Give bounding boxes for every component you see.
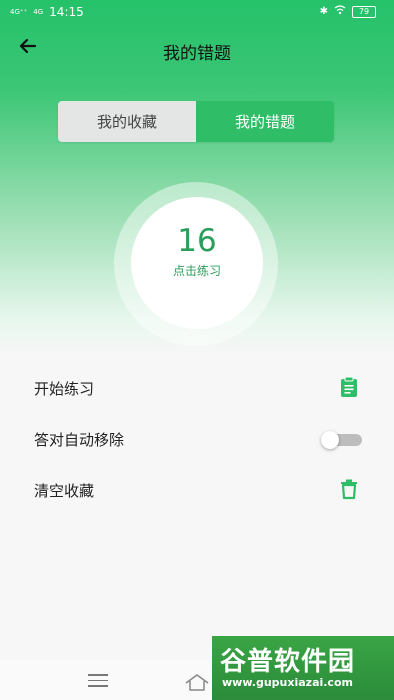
tab-favorites[interactable]: 我的收藏	[58, 101, 196, 142]
clear-label: 清空收藏	[34, 482, 95, 500]
auto-remove-toggle[interactable]	[321, 431, 362, 449]
trash-icon[interactable]	[338, 478, 360, 500]
watermark-logo: 谷普软件园 www.gupuxiazai.com	[212, 636, 394, 700]
clipboard-icon[interactable]	[338, 376, 360, 398]
menu-icon[interactable]	[88, 674, 108, 688]
auto-remove-label: 答对自动移除	[34, 431, 125, 449]
practice-circle-button[interactable]: 16 点击练习	[131, 197, 263, 329]
status-bar: 4G⁺⁺ 4G 14:15 ✱ 79	[0, 0, 394, 24]
battery-indicator: 79	[352, 5, 376, 18]
start-practice-row[interactable]: 开始练习	[0, 362, 394, 412]
signal-indicator-2: 4G	[33, 7, 44, 16]
toggle-knob	[321, 431, 339, 449]
page-title: 我的错题	[163, 44, 231, 64]
clear-row[interactable]: 清空收藏	[0, 464, 394, 514]
bluetooth-icon: ✱	[319, 6, 328, 17]
start-practice-label: 开始练习	[34, 380, 95, 398]
home-icon[interactable]	[184, 672, 210, 692]
wifi-icon	[334, 5, 346, 18]
tab-mistakes[interactable]: 我的错题	[196, 101, 334, 142]
auto-remove-row: 答对自动移除	[0, 413, 394, 463]
practice-label: 点击练习	[172, 264, 221, 278]
watermark-url: www.gupuxiazai.com	[222, 676, 353, 689]
watermark-brand: 谷普软件园	[220, 647, 356, 677]
title-bar: 我的错题	[0, 28, 394, 72]
signal-indicator: 4G⁺⁺	[10, 7, 28, 16]
tab-switcher: 我的收藏 我的错题	[58, 101, 334, 142]
status-time: 14:15	[49, 5, 84, 19]
mistake-count: 16	[177, 223, 217, 259]
